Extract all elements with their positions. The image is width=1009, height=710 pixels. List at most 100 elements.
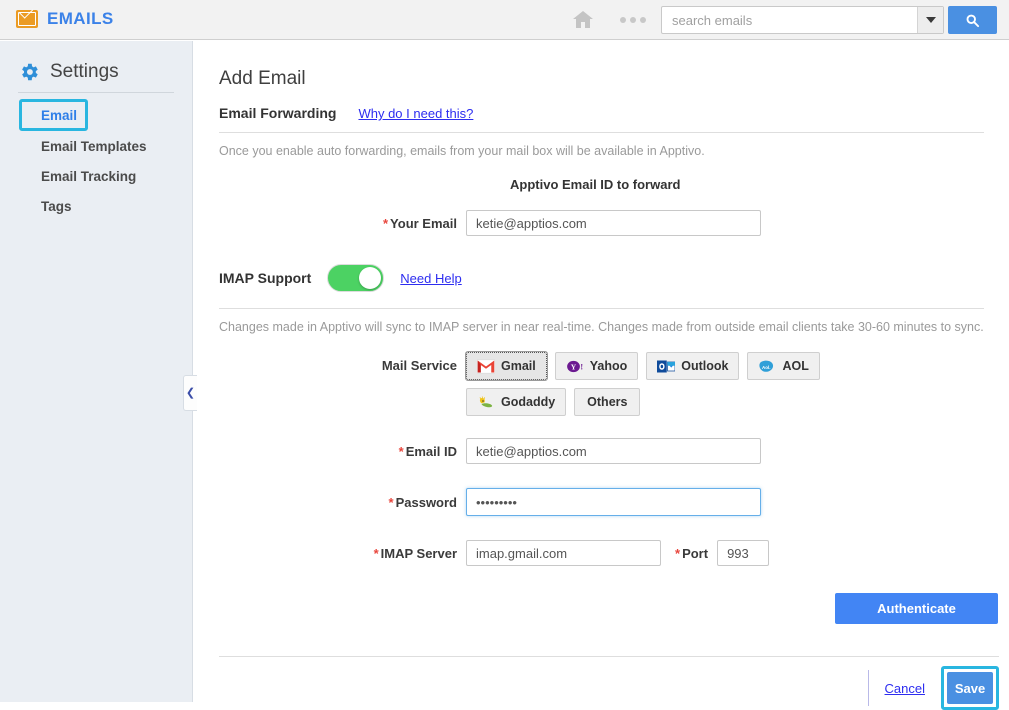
gmail-icon xyxy=(477,359,495,374)
sidebar-menu: Email Email Templates Email Tracking Tag… xyxy=(0,99,192,221)
need-help-link[interactable]: Need Help xyxy=(400,271,461,286)
sidebar-item-label: Email Tracking xyxy=(41,169,136,184)
your-email-row: *Your Email xyxy=(194,210,1009,236)
imap-server-input[interactable] xyxy=(466,540,661,566)
option-label: Yahoo xyxy=(590,359,628,373)
search-bar xyxy=(661,6,944,34)
option-label: Godaddy xyxy=(501,395,555,409)
mail-service-gmail[interactable]: Gmail xyxy=(466,352,547,380)
top-header-bar: EMAILS xyxy=(0,0,1009,40)
authenticate-row: Authenticate xyxy=(194,593,998,624)
svg-text:!: ! xyxy=(580,362,583,371)
search-button[interactable] xyxy=(948,6,997,34)
section-title: Email Forwarding xyxy=(219,105,336,121)
sidebar-item-label: Email xyxy=(41,108,77,123)
chevron-left-icon: ❮ xyxy=(186,388,195,399)
sidebar-header: Settings xyxy=(18,61,192,83)
app-title: EMAILS xyxy=(47,9,114,29)
outlook-icon xyxy=(657,359,675,374)
email-id-input[interactable] xyxy=(466,438,761,464)
magnifier-icon xyxy=(965,13,980,28)
settings-sidebar: Settings Email Email Templates Email Tra… xyxy=(0,41,193,702)
sidebar-item-email-tracking[interactable]: Email Tracking xyxy=(18,161,192,191)
option-label: Others xyxy=(587,395,627,409)
imap-support-row: IMAP Support Need Help xyxy=(219,264,1009,292)
imap-sync-note: Changes made in Apptivo will sync to IMA… xyxy=(219,320,1009,334)
sidebar-item-label: Tags xyxy=(41,199,72,214)
required-asterisk: * xyxy=(675,546,680,561)
imap-server-row: *IMAP Server *Port xyxy=(194,540,1009,566)
gear-icon xyxy=(18,61,40,83)
page-title: Add Email xyxy=(219,68,1009,90)
sidebar-divider xyxy=(18,92,174,93)
envelope-icon xyxy=(16,10,38,28)
your-email-input[interactable] xyxy=(466,210,761,236)
svg-text:Aol.: Aol. xyxy=(762,364,771,369)
mail-service-godaddy[interactable]: Godaddy xyxy=(466,388,566,416)
label-text: Port xyxy=(682,546,708,561)
password-label: *Password xyxy=(194,495,466,510)
mail-service-yahoo[interactable]: Y ! Yahoo xyxy=(555,352,639,380)
email-forwarding-section-header: Email Forwarding Why do I need this? xyxy=(219,105,1009,121)
more-dots-icon[interactable] xyxy=(620,15,646,25)
sidebar-title: Settings xyxy=(50,61,119,83)
option-label: Gmail xyxy=(501,359,536,373)
email-id-row: *Email ID xyxy=(194,438,1009,464)
forward-heading: Apptivo Email ID to forward xyxy=(194,177,1009,192)
label-text: IMAP Server xyxy=(381,546,457,561)
authenticate-button[interactable]: Authenticate xyxy=(835,593,998,624)
why-do-i-need-this-link[interactable]: Why do I need this? xyxy=(358,106,473,121)
sidebar-item-tags[interactable]: Tags xyxy=(18,191,192,221)
password-input[interactable] xyxy=(466,488,761,516)
imap-server-label: *IMAP Server xyxy=(194,546,466,561)
label-text: Email ID xyxy=(406,444,457,459)
search-scope-dropdown[interactable] xyxy=(917,7,943,33)
forwarding-hint-text: Once you enable auto forwarding, emails … xyxy=(219,144,1009,158)
godaddy-icon xyxy=(477,395,495,410)
sidebar-collapse-button[interactable]: ❮ xyxy=(183,375,197,411)
search-input[interactable] xyxy=(662,7,917,33)
label-text: Your Email xyxy=(390,216,457,231)
yahoo-icon: Y ! xyxy=(566,359,584,374)
toggle-knob xyxy=(359,267,381,289)
required-asterisk: * xyxy=(374,546,379,561)
email-id-label: *Email ID xyxy=(194,444,466,459)
cancel-link[interactable]: Cancel xyxy=(885,681,925,696)
footer-vertical-separator xyxy=(868,670,869,706)
imap-support-label: IMAP Support xyxy=(219,270,311,286)
dot xyxy=(630,17,636,23)
chevron-down-icon xyxy=(926,17,936,23)
aol-icon: Aol. xyxy=(758,359,776,374)
imap-divider xyxy=(219,308,984,309)
mail-service-outlook[interactable]: Outlook xyxy=(646,352,739,380)
mail-service-aol[interactable]: Aol. AOL xyxy=(747,352,819,380)
option-label: AOL xyxy=(782,359,808,373)
imap-support-toggle[interactable] xyxy=(327,264,384,292)
app-logo: EMAILS xyxy=(16,9,114,29)
home-icon[interactable] xyxy=(570,8,596,32)
mail-service-row: Mail Service Gmail Y ! Yahoo xyxy=(194,352,1009,416)
section-divider xyxy=(219,132,984,133)
port-label: *Port xyxy=(661,546,717,561)
sidebar-item-label: Email Templates xyxy=(41,139,147,154)
label-text: Password xyxy=(396,495,457,510)
save-button-highlight: Save xyxy=(941,666,999,710)
svg-text:Y: Y xyxy=(571,362,577,371)
required-asterisk: * xyxy=(383,216,388,231)
your-email-label: *Your Email xyxy=(194,216,466,231)
sidebar-item-email-templates[interactable]: Email Templates xyxy=(18,131,192,161)
save-button[interactable]: Save xyxy=(947,672,993,704)
main-content-panel: Add Email Email Forwarding Why do I need… xyxy=(194,41,1009,702)
required-asterisk: * xyxy=(389,495,394,510)
mail-service-options: Gmail Y ! Yahoo Outlo xyxy=(466,352,896,416)
sidebar-item-email[interactable]: Email xyxy=(19,99,88,131)
mail-service-others[interactable]: Others xyxy=(574,388,640,416)
footer-actions: Cancel Save xyxy=(868,666,999,710)
port-input[interactable] xyxy=(717,540,769,566)
option-label: Outlook xyxy=(681,359,728,373)
required-asterisk: * xyxy=(399,444,404,459)
footer-divider xyxy=(219,656,999,657)
mail-service-label: Mail Service xyxy=(194,352,466,416)
password-row: *Password xyxy=(194,488,1009,516)
dot xyxy=(620,17,626,23)
